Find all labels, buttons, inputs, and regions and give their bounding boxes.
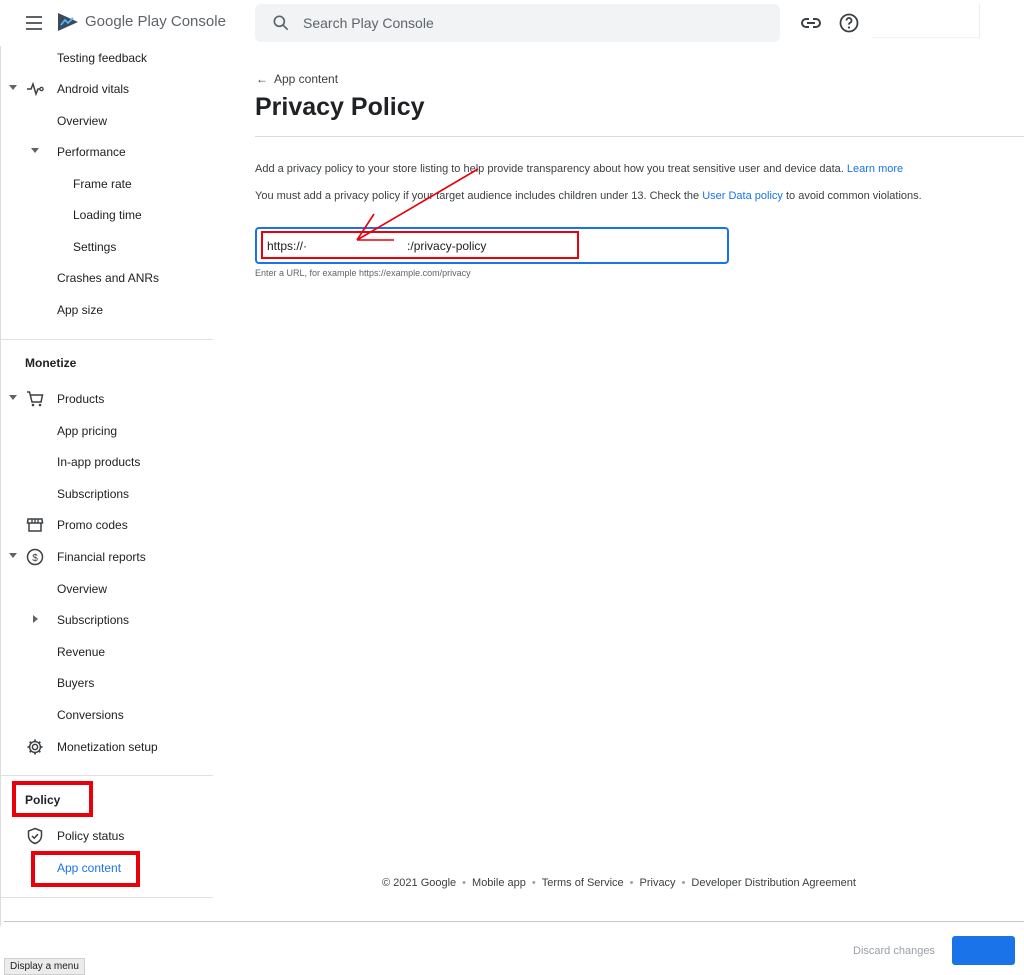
children-text-after: to avoid common violations.: [785, 190, 922, 202]
svg-text:$: $: [32, 553, 38, 564]
sidebar-item-app-pricing[interactable]: App pricing: [1, 416, 213, 446]
caret-right-icon[interactable]: [33, 615, 38, 623]
footer-copyright: © 2021 Google: [382, 877, 457, 889]
annotation-box-policy: [12, 781, 93, 817]
sidebar-item-label: Performance: [57, 145, 126, 159]
sidebar-divider: [1, 775, 213, 776]
sidebar-item-label: Overview: [57, 582, 108, 596]
caret-down-icon[interactable]: [9, 395, 17, 400]
shield-check-icon: [27, 827, 43, 845]
intro-text: Add a privacy policy to your store listi…: [255, 163, 844, 175]
footer-link-terms[interactable]: Terms of Service: [542, 877, 624, 889]
section-heading-monetize: Monetize: [25, 356, 77, 370]
sidebar-item-label: Products: [57, 392, 105, 406]
play-console-logo: [58, 13, 78, 31]
help-icon[interactable]: [837, 11, 861, 35]
account-area[interactable]: [872, 4, 980, 38]
sidebar-item-settings[interactable]: Settings: [1, 232, 213, 262]
menu-icon[interactable]: [22, 12, 46, 34]
sidebar-item-performance[interactable]: Performance: [1, 137, 213, 167]
sidebar-item-revenue[interactable]: Revenue: [1, 637, 213, 667]
sidebar-item-label: Buyers: [57, 676, 95, 690]
search-bar[interactable]: [255, 4, 780, 42]
learn-more-link[interactable]: Learn more: [847, 163, 903, 175]
sidebar-item-products[interactable]: Products: [1, 384, 213, 414]
caret-down-icon[interactable]: [31, 148, 39, 153]
sidebar-divider: [1, 339, 213, 340]
sidebar-item-label: Policy status: [57, 829, 125, 843]
sidebar-item-label: Testing feedback: [57, 51, 148, 65]
sidebar-item-financial-overview[interactable]: Overview: [1, 574, 213, 604]
footer-link-dda[interactable]: Developer Distribution Agreement: [691, 877, 855, 889]
dollar-icon: $: [26, 548, 44, 566]
sidebar-item-label: App pricing: [57, 424, 118, 438]
link-icon[interactable]: [799, 11, 823, 35]
sidebar-item-buyers[interactable]: Buyers: [1, 668, 213, 698]
menu-tooltip: Display a menu: [4, 958, 85, 975]
search-icon: [273, 15, 289, 31]
sidebar-item-label: Subscriptions: [57, 487, 130, 501]
back-link-label: App content: [274, 72, 339, 86]
sidebar-divider: [1, 897, 213, 898]
annotation-arrow: [356, 168, 479, 241]
sidebar-item-label: Loading time: [73, 208, 142, 222]
footer-link-privacy[interactable]: Privacy: [640, 877, 676, 889]
title-divider: [255, 136, 1024, 137]
action-bar-divider: [4, 921, 1024, 922]
top-app-bar: Google Play Console: [0, 0, 1024, 46]
sidebar-item-label: App size: [57, 303, 104, 317]
sidebar-item-label: Promo codes: [57, 518, 128, 532]
caret-down-icon[interactable]: [9, 553, 17, 558]
url-helper-text: Enter a URL, for example https://example…: [255, 268, 471, 278]
page-footer: © 2021 Google • Mobile app • Terms of Servic…: [382, 877, 856, 889]
caret-down-icon[interactable]: [9, 85, 17, 90]
sidebar-item-label: In-app products: [57, 455, 141, 469]
sidebar-item-loading-time[interactable]: Loading time: [1, 200, 213, 230]
footer-link-mobile-app[interactable]: Mobile app: [472, 877, 526, 889]
sidebar-item-policy-status[interactable]: Policy status: [1, 821, 213, 851]
sidebar-item-financial-reports[interactable]: $ Financial reports: [1, 542, 213, 572]
sidebar-item-label: Subscriptions: [57, 613, 130, 627]
sidebar-item-label: Crashes and ANRs: [57, 271, 160, 285]
sidebar-item-financial-subscriptions[interactable]: Subscriptions: [1, 605, 213, 635]
sidebar-item-label: Monetization setup: [57, 740, 158, 754]
sidebar-item-label: Overview: [57, 114, 108, 128]
brand-name: Google Play Console: [85, 13, 226, 30]
sidebar-item-app-size[interactable]: App size: [1, 295, 213, 325]
sidebar-item-label: Settings: [73, 240, 117, 254]
sidebar-item-frame-rate[interactable]: Frame rate: [1, 169, 213, 199]
main-content: ← App content Privacy Policy Add a privac…: [212, 46, 1024, 926]
gear-icon: [27, 739, 43, 755]
back-link[interactable]: ← App content: [256, 72, 338, 86]
sidebar-item-crashes-anrs[interactable]: Crashes and ANRs: [1, 263, 213, 293]
sidebar-item-label: Android vitals: [57, 82, 130, 96]
annotation-box-app-content: [31, 851, 140, 887]
sidebar-item-monetization-setup[interactable]: Monetization setup: [1, 732, 213, 762]
sidebar-item-conversions[interactable]: Conversions: [1, 700, 213, 730]
save-button[interactable]: Save: [952, 936, 1015, 965]
sidebar-item-label: Conversions: [57, 708, 124, 722]
sidebar-item-subscriptions[interactable]: Subscriptions: [1, 479, 213, 509]
arrow-left-icon: ←: [256, 72, 268, 86]
discard-changes-button[interactable]: Discard changes: [845, 938, 943, 964]
user-data-policy-link[interactable]: User Data policy: [702, 190, 783, 202]
sidebar-item-label: Frame rate: [73, 177, 132, 191]
cart-icon: [27, 391, 44, 407]
sidebar-item-in-app-products[interactable]: In-app products: [1, 447, 213, 477]
sidebar-item-label: Financial reports: [57, 550, 146, 564]
sidebar-item-android-vitals[interactable]: Android vitals: [1, 74, 213, 104]
search-input[interactable]: [303, 4, 763, 42]
storefront-icon: [26, 518, 44, 532]
sidebar-item-promo-codes[interactable]: Promo codes: [1, 510, 213, 540]
sidebar-item-testing-feedback[interactable]: Testing feedback: [1, 43, 213, 73]
sidebar-item-label: Revenue: [57, 645, 106, 659]
sidebar-item-vitals-overview[interactable]: Overview: [1, 106, 213, 136]
vitals-icon: [27, 81, 44, 97]
page-title: Privacy Policy: [255, 93, 425, 121]
